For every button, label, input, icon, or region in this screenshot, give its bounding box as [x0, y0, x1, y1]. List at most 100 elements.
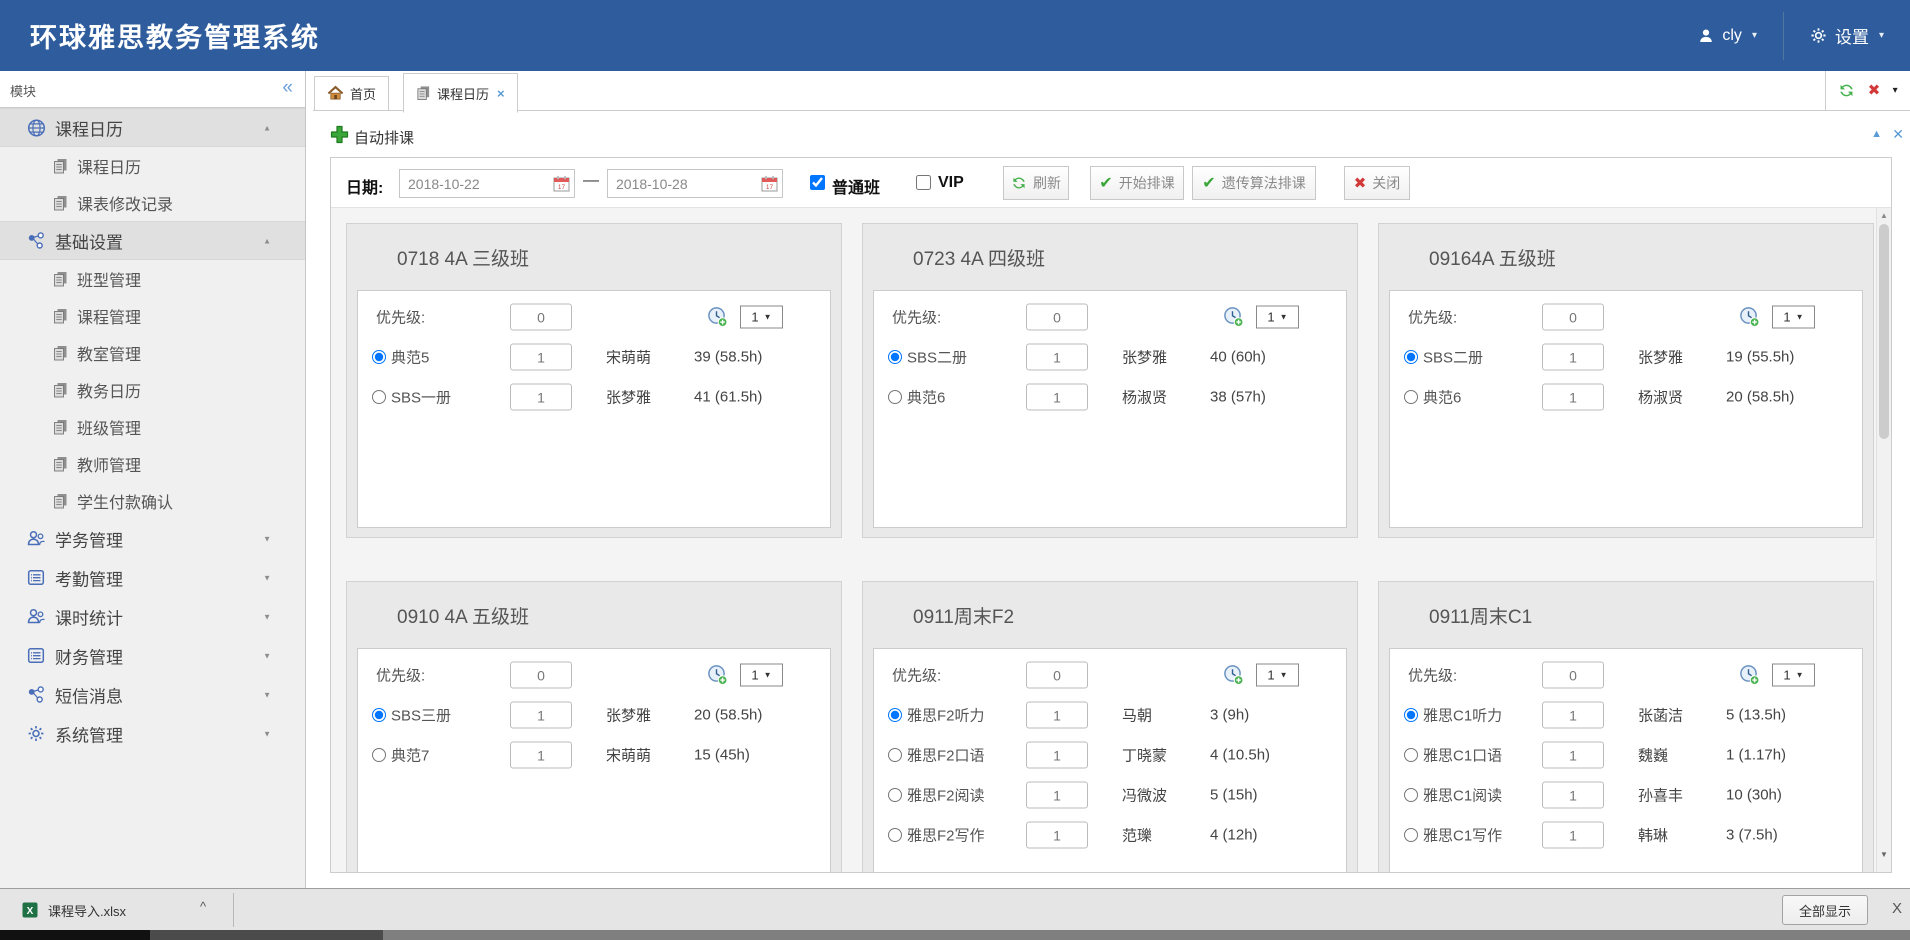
priority-input[interactable] — [510, 304, 572, 331]
vip-checkbox[interactable] — [916, 175, 931, 190]
tab-course-calendar[interactable]: 课程日历 × — [403, 73, 518, 113]
course-count-input[interactable] — [1026, 702, 1088, 729]
priority-input[interactable] — [510, 662, 572, 689]
vip-label[interactable]: VIP — [938, 174, 964, 192]
course-radio[interactable] — [888, 828, 902, 842]
scrollbar-thumb[interactable] — [1879, 224, 1889, 439]
date-from-input[interactable] — [399, 169, 575, 198]
course-count-input[interactable] — [1542, 742, 1604, 769]
sidebar-group-2[interactable]: 学务管理▼ — [0, 519, 305, 558]
clock-add-icon[interactable] — [707, 665, 728, 686]
sidebar-item[interactable]: 课程管理 — [0, 297, 305, 334]
count-select[interactable]: 1 ▼ — [1256, 664, 1299, 687]
show-all-downloads-button[interactable]: 全部显示 — [1782, 895, 1868, 925]
course-radio[interactable] — [1404, 748, 1418, 762]
course-radio[interactable] — [888, 350, 902, 364]
gear-icon — [1810, 27, 1827, 44]
course-count-input[interactable] — [510, 384, 572, 411]
course-radio[interactable] — [1404, 350, 1418, 364]
refresh-button[interactable]: 刷新 — [1003, 166, 1069, 200]
download-bar-close-icon[interactable]: X — [1892, 900, 1902, 917]
priority-input[interactable] — [1026, 304, 1088, 331]
sidebar-group-1[interactable]: 基础设置▲ — [0, 221, 305, 260]
sidebar-item[interactable]: 教师管理 — [0, 445, 305, 482]
sidebar-item[interactable]: 班级管理 — [0, 408, 305, 445]
sidebar-item[interactable]: 教室管理 — [0, 334, 305, 371]
course-count-input[interactable] — [1542, 344, 1604, 371]
calendar-icon[interactable]: 17 — [761, 175, 778, 192]
settings-menu[interactable]: 设置 ▾ — [1783, 12, 1910, 60]
count-select[interactable]: 1 ▼ — [740, 664, 783, 687]
tab-home[interactable]: 首页 — [314, 76, 389, 111]
course-count-input[interactable] — [1026, 384, 1088, 411]
course-radio[interactable] — [888, 748, 902, 762]
count-select[interactable]: 1 ▼ — [1772, 664, 1815, 687]
course-radio[interactable] — [888, 708, 902, 722]
genetic-scheduling-button[interactable]: ✔ 遗传算法排课 — [1192, 166, 1316, 200]
scroll-up-icon[interactable]: ▲ — [1877, 211, 1891, 220]
count-select[interactable]: 1 ▼ — [740, 306, 783, 329]
close-icon[interactable]: ✖ — [1868, 83, 1881, 98]
downloaded-file-chip[interactable]: X 课程导入.xlsx — [12, 894, 136, 926]
scrollbar-thumb[interactable] — [150, 930, 383, 940]
start-scheduling-button[interactable]: ✔ 开始排课 — [1090, 166, 1184, 200]
close-button[interactable]: ✖ 关闭 — [1344, 166, 1410, 200]
sidebar-collapse-icon[interactable]: « — [282, 77, 293, 99]
course-radio[interactable] — [372, 390, 386, 404]
sidebar-item[interactable]: 教务日历 — [0, 371, 305, 408]
tab-close-icon[interactable]: × — [497, 86, 505, 101]
course-radio[interactable] — [888, 390, 902, 404]
panel-collapse-icon[interactable]: ▲ — [1871, 128, 1882, 140]
course-count-input[interactable] — [510, 702, 572, 729]
course-count-input[interactable] — [510, 742, 572, 769]
sidebar-group-3[interactable]: 考勤管理▼ — [0, 558, 305, 597]
course-count-input[interactable] — [1542, 822, 1604, 849]
course-count-input[interactable] — [1026, 742, 1088, 769]
clock-add-icon[interactable] — [1223, 307, 1244, 328]
date-to-input[interactable] — [607, 169, 783, 198]
course-radio[interactable] — [1404, 708, 1418, 722]
priority-input[interactable] — [1542, 304, 1604, 331]
sidebar-group-0[interactable]: 课程日历▲ — [0, 108, 305, 147]
count-select[interactable]: 1 ▼ — [1772, 306, 1815, 329]
course-radio[interactable] — [1404, 828, 1418, 842]
clock-add-icon[interactable] — [1739, 665, 1760, 686]
tab-overflow-icon[interactable]: ▾ — [1893, 85, 1898, 96]
sidebar-group-5[interactable]: 财务管理▼ — [0, 636, 305, 675]
sidebar-group-4[interactable]: 课时统计▼ — [0, 597, 305, 636]
sidebar-item[interactable]: 学生付款确认 — [0, 482, 305, 519]
vertical-scrollbar[interactable]: ▲ ▼ — [1876, 208, 1891, 872]
chevron-up-icon[interactable]: ^ — [200, 899, 206, 914]
course-radio[interactable] — [888, 788, 902, 802]
user-menu[interactable]: cly ▾ — [1672, 12, 1783, 60]
sidebar-item[interactable]: 课表修改记录 — [0, 184, 305, 221]
course-count-input[interactable] — [1542, 782, 1604, 809]
regular-class-checkbox[interactable] — [810, 175, 825, 190]
course-count-input[interactable] — [1026, 822, 1088, 849]
course-radio[interactable] — [1404, 788, 1418, 802]
course-radio[interactable] — [1404, 390, 1418, 404]
clock-add-icon[interactable] — [1739, 307, 1760, 328]
clock-add-icon[interactable] — [707, 307, 728, 328]
course-radio[interactable] — [372, 708, 386, 722]
refresh-icon[interactable] — [1838, 82, 1855, 99]
calendar-icon[interactable]: 17 — [553, 175, 570, 192]
sidebar-item[interactable]: 班型管理 — [0, 260, 305, 297]
course-count-input[interactable] — [510, 344, 572, 371]
scroll-down-icon[interactable]: ▼ — [1877, 850, 1891, 859]
priority-input[interactable] — [1542, 662, 1604, 689]
sidebar-item[interactable]: 课程日历 — [0, 147, 305, 184]
regular-class-label[interactable]: 普通班 — [832, 174, 880, 198]
course-count-input[interactable] — [1542, 384, 1604, 411]
course-count-input[interactable] — [1542, 702, 1604, 729]
panel-close-icon[interactable]: ✕ — [1892, 126, 1904, 143]
course-count-input[interactable] — [1026, 782, 1088, 809]
priority-input[interactable] — [1026, 662, 1088, 689]
sidebar-group-6[interactable]: 短信消息▼ — [0, 675, 305, 714]
course-radio[interactable] — [372, 748, 386, 762]
clock-add-icon[interactable] — [1223, 665, 1244, 686]
course-radio[interactable] — [372, 350, 386, 364]
count-select[interactable]: 1 ▼ — [1256, 306, 1299, 329]
sidebar-group-7[interactable]: 系统管理▼ — [0, 714, 305, 753]
course-count-input[interactable] — [1026, 344, 1088, 371]
